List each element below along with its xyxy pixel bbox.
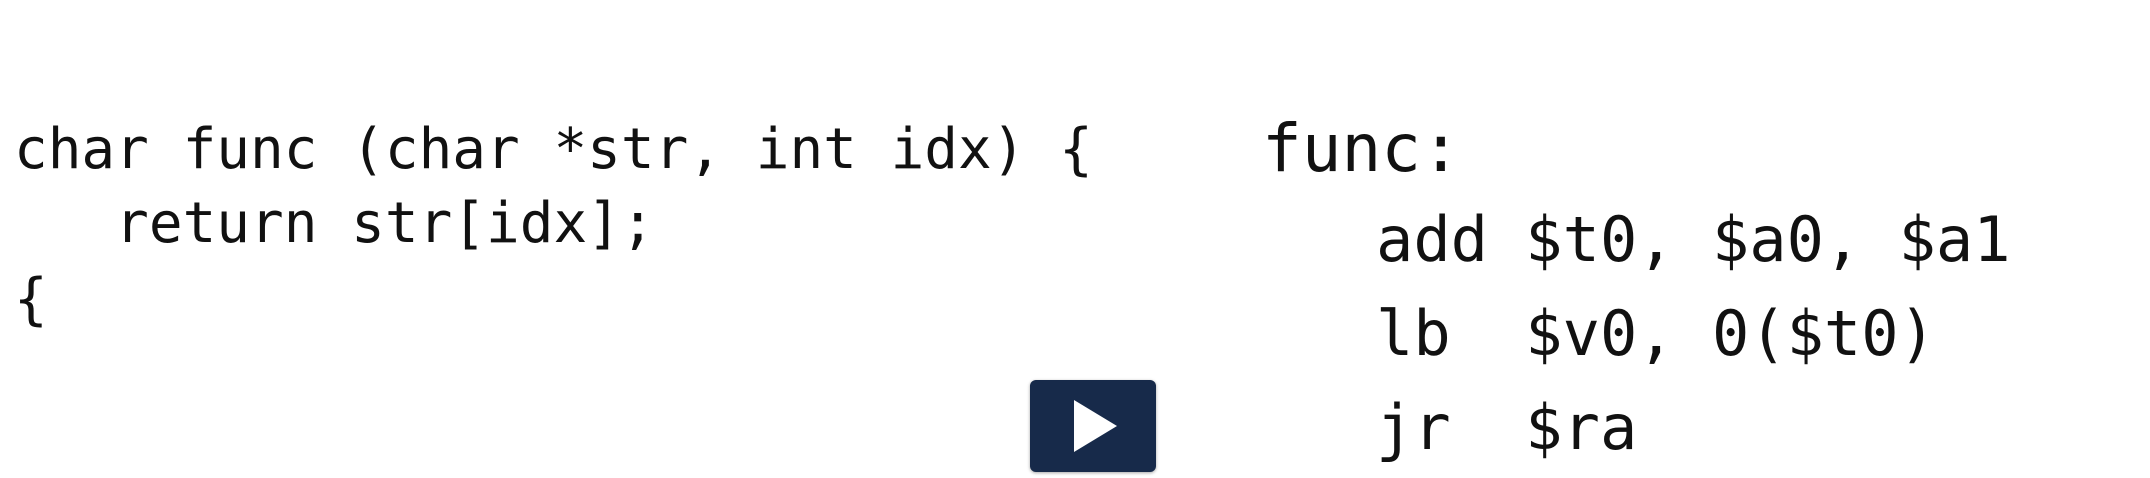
assembly-line-1: add $t0, $a0, $a1 xyxy=(1376,203,2011,276)
assembly-line-2: lb $v0, 0($t0) xyxy=(1376,297,1936,370)
assembly-label: func: xyxy=(1262,110,1461,187)
play-icon xyxy=(1074,400,1117,452)
assembly-line-3: jr $ra xyxy=(1376,391,1638,464)
c-code-line-1: char func (char *str, int idx) { xyxy=(14,117,1093,182)
play-button[interactable] xyxy=(1030,380,1156,472)
c-code-line-3: { xyxy=(14,267,48,332)
c-code-line-2: return str[idx]; xyxy=(14,191,655,256)
